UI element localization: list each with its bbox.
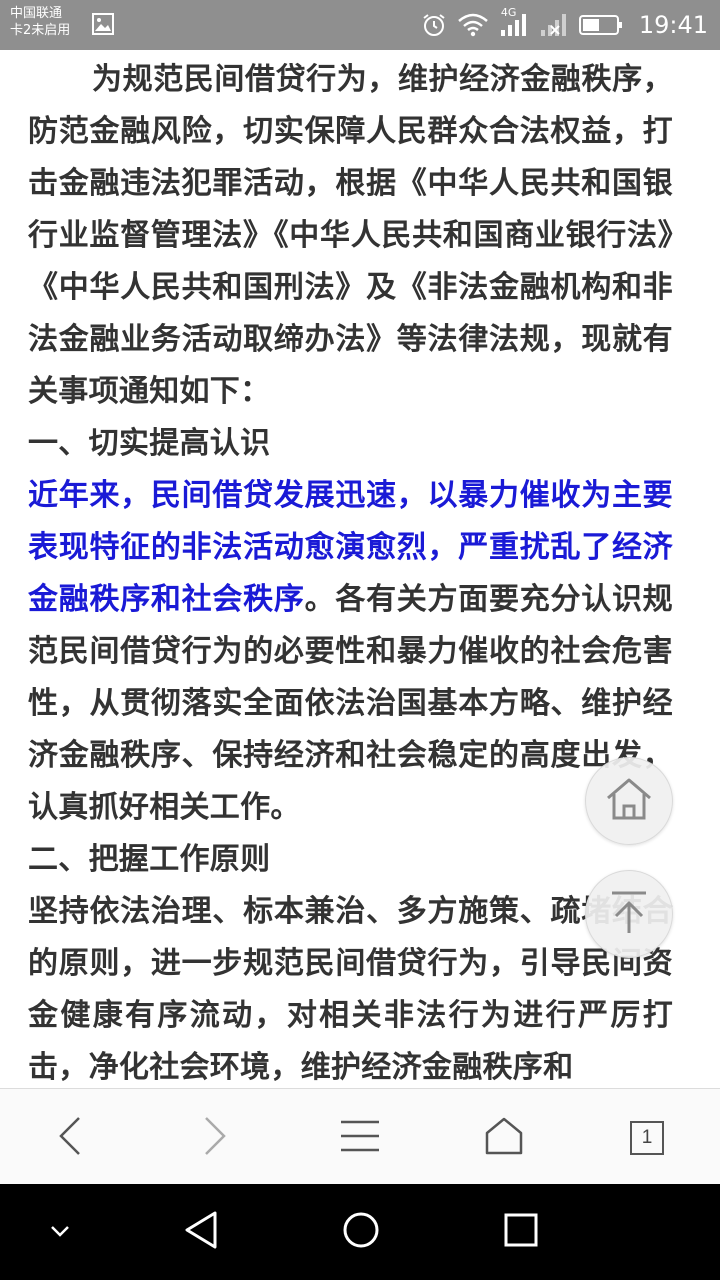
carrier-name: 中国联通 [10,6,63,21]
signal-sim2-icon [539,12,569,38]
home-button[interactable] [479,1113,529,1163]
status-bar: 中国联通 卡2未启用 4G 19:41 [0,0,720,50]
floating-home-button[interactable] [585,757,673,845]
forward-button[interactable] [190,1113,240,1163]
section-heading-1: 一、切实提高认识 [28,426,271,461]
network-type: 4G [500,6,517,19]
wifi-icon [457,13,489,37]
browser-toolbar: 1 [0,1088,720,1185]
section-2-paragraph: 坚持依法治理、标本兼治、多方施策、疏堵结合的原则，进一步规范民间借贷行为，引导民… [28,894,673,1085]
image-notification-icon [92,13,114,39]
hide-nav-button[interactable] [32,1204,88,1260]
paragraph-text: 。各有关方面要充分认识规范民间借贷行为的必要性和暴力催收的社会危害性，从贯彻落实… [28,582,673,825]
circle-home-icon [341,1210,381,1254]
article-content: 为规范民间借贷行为，维护经济金融秩序，防范金融风险，切实保障人民群众合法权益，打… [28,54,673,1090]
triangle-back-icon [183,1210,219,1254]
intro-paragraph: 为规范民间借贷行为，维护经济金融秩序，防范金融风险，切实保障人民群众合法权益，打… [28,62,673,409]
system-nav-bar [0,1184,720,1280]
menu-icon [340,1119,380,1157]
status-icons: 4G 19:41 [421,0,708,50]
system-back-button[interactable] [173,1204,229,1260]
section-heading-2: 二、把握工作原则 [28,842,271,877]
battery-icon [578,13,623,37]
system-home-button[interactable] [333,1204,389,1260]
clock: 19:41 [638,11,708,39]
home-icon [484,1117,524,1159]
chevron-right-icon [202,1116,228,1160]
sim2-status: 卡2未启用 [10,23,71,38]
signal-4g-icon: 4G [499,6,529,38]
chevron-down-icon [49,1223,71,1242]
scroll-to-top-button[interactable] [585,870,673,958]
menu-button[interactable] [335,1113,385,1163]
back-button[interactable] [45,1113,95,1163]
tabs-button[interactable]: 1 [622,1113,672,1163]
carrier-info: 中国联通 卡2未启用 [10,5,70,39]
square-recents-icon [503,1212,539,1252]
section-1-paragraph: 近年来，民间借贷发展迅速，以暴力催收为主要表现特征的非法活动愈演愈烈，严重扰乱了… [28,470,673,834]
chevron-left-icon [57,1116,83,1160]
alarm-icon [421,12,447,38]
system-recents-button[interactable] [493,1204,549,1260]
tab-count: 1 [630,1121,664,1155]
home-icon [604,776,654,826]
arrow-up-icon [606,887,652,941]
